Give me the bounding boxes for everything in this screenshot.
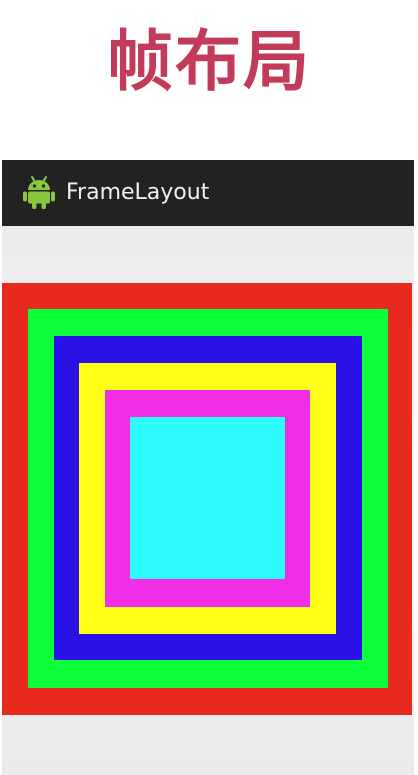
action-bar-title: FrameLayout [66,180,210,205]
page-heading: 帧布局 [107,23,311,100]
phone-screen: FrameLayout [2,160,414,775]
frame-layout-content [2,226,414,775]
android-robot-icon[interactable] [22,174,56,210]
frame-cyan [130,417,285,579]
action-bar: FrameLayout [2,160,414,226]
